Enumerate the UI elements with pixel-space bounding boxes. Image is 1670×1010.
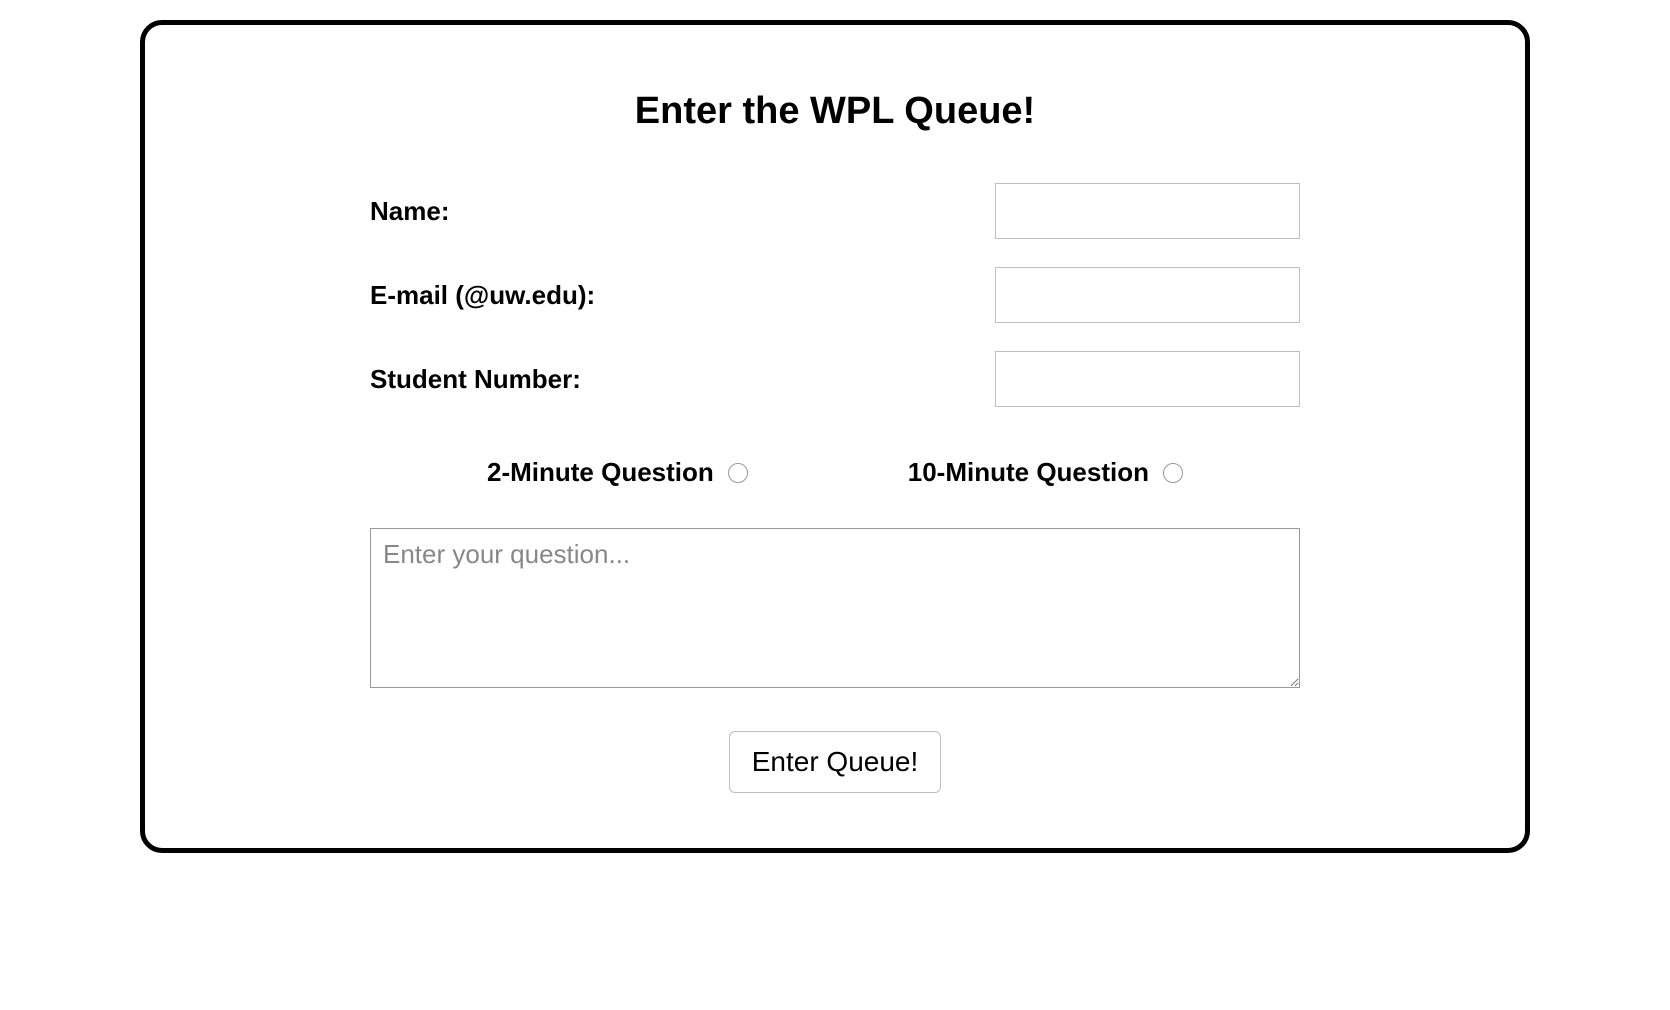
student-number-field-row: Student Number: (370, 351, 1300, 407)
question-type-2min-label: 2-Minute Question (487, 457, 714, 488)
question-type-row: 2-Minute Question 10-Minute Question (370, 457, 1300, 488)
email-input[interactable] (995, 267, 1300, 323)
email-label: E-mail (@uw.edu): (370, 280, 595, 311)
question-type-2min-radio[interactable] (728, 463, 748, 483)
enter-queue-button[interactable]: Enter Queue! (729, 731, 942, 793)
question-input[interactable] (370, 528, 1300, 688)
name-field-row: Name: (370, 183, 1300, 239)
student-number-label: Student Number: (370, 364, 581, 395)
question-type-10min-radio[interactable] (1163, 463, 1183, 483)
question-type-2min-group: 2-Minute Question (487, 457, 748, 488)
name-label: Name: (370, 196, 449, 227)
submit-row: Enter Queue! (370, 731, 1300, 793)
question-type-10min-label: 10-Minute Question (908, 457, 1149, 488)
student-number-input[interactable] (995, 351, 1300, 407)
name-input[interactable] (995, 183, 1300, 239)
email-field-row: E-mail (@uw.edu): (370, 267, 1300, 323)
question-type-10min-group: 10-Minute Question (908, 457, 1183, 488)
form-body: Name: E-mail (@uw.edu): Student Number: … (370, 183, 1300, 793)
queue-form-container: Enter the WPL Queue! Name: E-mail (@uw.e… (140, 20, 1530, 853)
form-title: Enter the WPL Queue! (185, 90, 1485, 133)
